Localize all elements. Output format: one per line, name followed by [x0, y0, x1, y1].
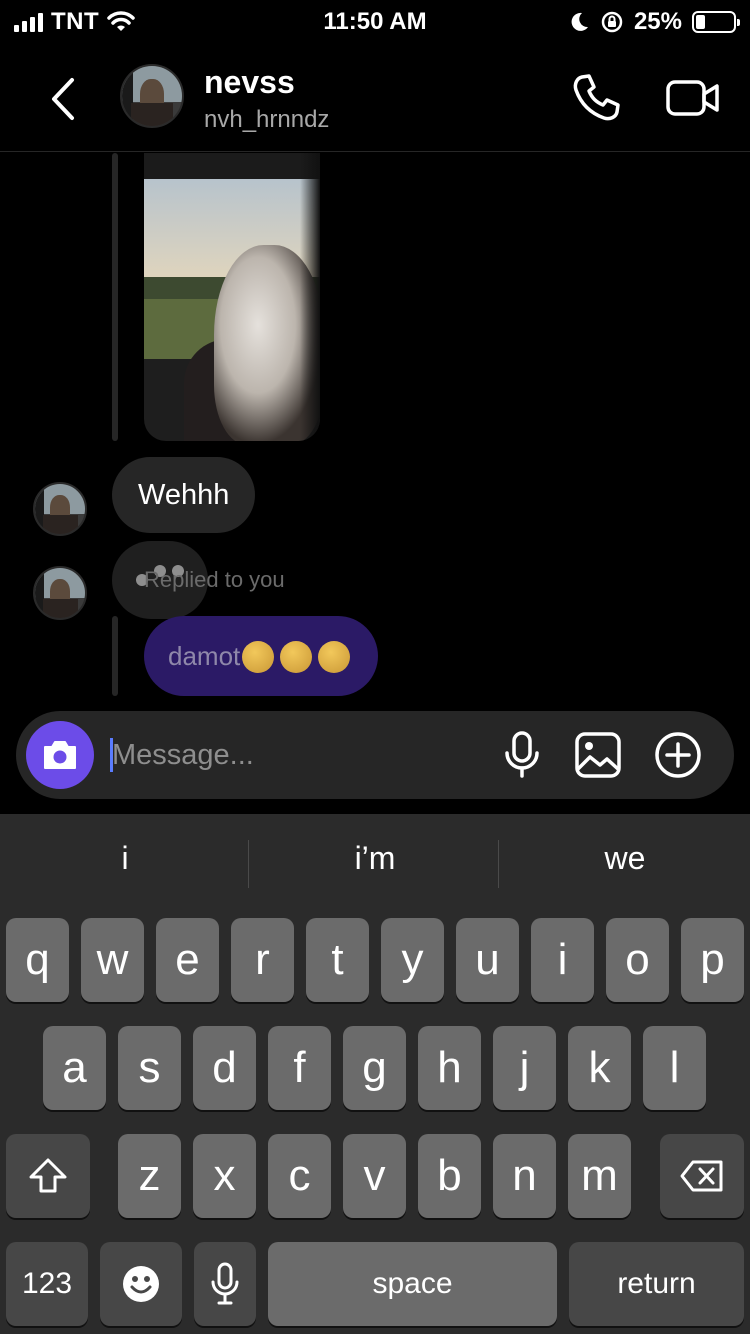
delete-key[interactable]: [660, 1134, 744, 1218]
key-h[interactable]: h: [418, 1026, 481, 1110]
key-j[interactable]: j: [493, 1026, 556, 1110]
key-q[interactable]: q: [6, 918, 69, 1002]
key-a[interactable]: a: [43, 1026, 106, 1110]
orientation-lock-icon: [601, 11, 623, 33]
outgoing-message-text: damot: [168, 640, 241, 671]
dictation-key[interactable]: [194, 1242, 256, 1326]
profile-avatar[interactable]: [120, 64, 184, 128]
image-icon[interactable]: [572, 729, 624, 781]
message-composer: [16, 711, 734, 799]
phone-icon[interactable]: [570, 72, 622, 124]
suggestion-divider: [248, 840, 249, 888]
microphone-icon[interactable]: [496, 729, 548, 781]
key-x[interactable]: x: [193, 1134, 256, 1218]
keyboard: i i’m we q w e r t y u i o p a s d f g h…: [0, 814, 750, 1334]
camera-button[interactable]: [26, 721, 94, 789]
back-chevron-icon[interactable]: [44, 74, 84, 124]
key-n[interactable]: n: [493, 1134, 556, 1218]
message-input[interactable]: [112, 733, 492, 777]
replied-label: Replied to you: [144, 567, 285, 592]
moon-icon: [571, 12, 588, 31]
key-b[interactable]: b: [418, 1134, 481, 1218]
video-camera-icon[interactable]: [664, 74, 722, 122]
suggestion-divider: [498, 840, 499, 888]
numbers-key[interactable]: 123: [6, 1242, 88, 1326]
emoji-face-icon: [123, 1266, 159, 1302]
suggestion-item[interactable]: i’m: [250, 840, 500, 877]
suggestion-item[interactable]: we: [500, 840, 750, 877]
reply-indicator-bar: [112, 153, 118, 441]
return-key[interactable]: return: [569, 1242, 744, 1326]
key-l[interactable]: l: [643, 1026, 706, 1110]
battery-percent: 25%: [633, 8, 682, 35]
key-i[interactable]: i: [531, 918, 594, 1002]
key-e[interactable]: e: [156, 918, 219, 1002]
incoming-message-text: Wehhh: [138, 478, 230, 511]
incoming-message-bubble[interactable]: Wehhh: [112, 457, 256, 533]
shift-key[interactable]: [6, 1134, 90, 1218]
shift-arrow-icon: [29, 1158, 67, 1193]
plus-circle-icon[interactable]: [652, 729, 704, 781]
key-f[interactable]: f: [268, 1026, 331, 1110]
key-s[interactable]: s: [118, 1026, 181, 1110]
shared-photo[interactable]: [144, 153, 320, 441]
key-o[interactable]: o: [606, 918, 669, 1002]
key-y[interactable]: y: [381, 918, 444, 1002]
battery-icon: [692, 11, 740, 33]
outgoing-message-bubble[interactable]: damot: [144, 616, 379, 696]
sender-avatar[interactable]: [33, 566, 87, 620]
battery-level: [696, 15, 705, 29]
key-c[interactable]: c: [268, 1134, 331, 1218]
microphone-icon: [211, 1262, 239, 1305]
pensive-face-emoji: [318, 641, 351, 673]
key-d[interactable]: d: [193, 1026, 256, 1110]
key-g[interactable]: g: [343, 1026, 406, 1110]
key-w[interactable]: w: [81, 918, 144, 1002]
status-bar: TNT 11:50 AM 25%: [0, 0, 750, 44]
contact-name[interactable]: nevss: [204, 64, 295, 101]
reply-indicator-bar: [112, 616, 118, 696]
camera-icon: [44, 741, 76, 769]
key-t[interactable]: t: [306, 918, 369, 1002]
conversation-header: nevss nvh_hrnndz: [0, 52, 750, 152]
key-v[interactable]: v: [343, 1134, 406, 1218]
contact-username[interactable]: nvh_hrnndz: [204, 106, 329, 134]
emoji-key[interactable]: [100, 1242, 182, 1326]
suggestion-bar: i i’m we: [0, 814, 750, 910]
space-key[interactable]: space: [268, 1242, 557, 1326]
key-r[interactable]: r: [231, 918, 294, 1002]
suggestion-item[interactable]: i: [0, 840, 250, 877]
message-thread: Wehhh Replied to you damot: [0, 153, 750, 708]
key-k[interactable]: k: [568, 1026, 631, 1110]
pensive-face-emoji: [280, 641, 313, 673]
backspace-icon: [680, 1160, 723, 1192]
key-u[interactable]: u: [456, 918, 519, 1002]
status-right: 25%: [568, 8, 740, 36]
key-p[interactable]: p: [681, 918, 744, 1002]
sender-avatar[interactable]: [33, 482, 87, 536]
key-m[interactable]: m: [568, 1134, 631, 1218]
pensive-face-emoji: [242, 641, 275, 673]
key-z[interactable]: z: [118, 1134, 181, 1218]
